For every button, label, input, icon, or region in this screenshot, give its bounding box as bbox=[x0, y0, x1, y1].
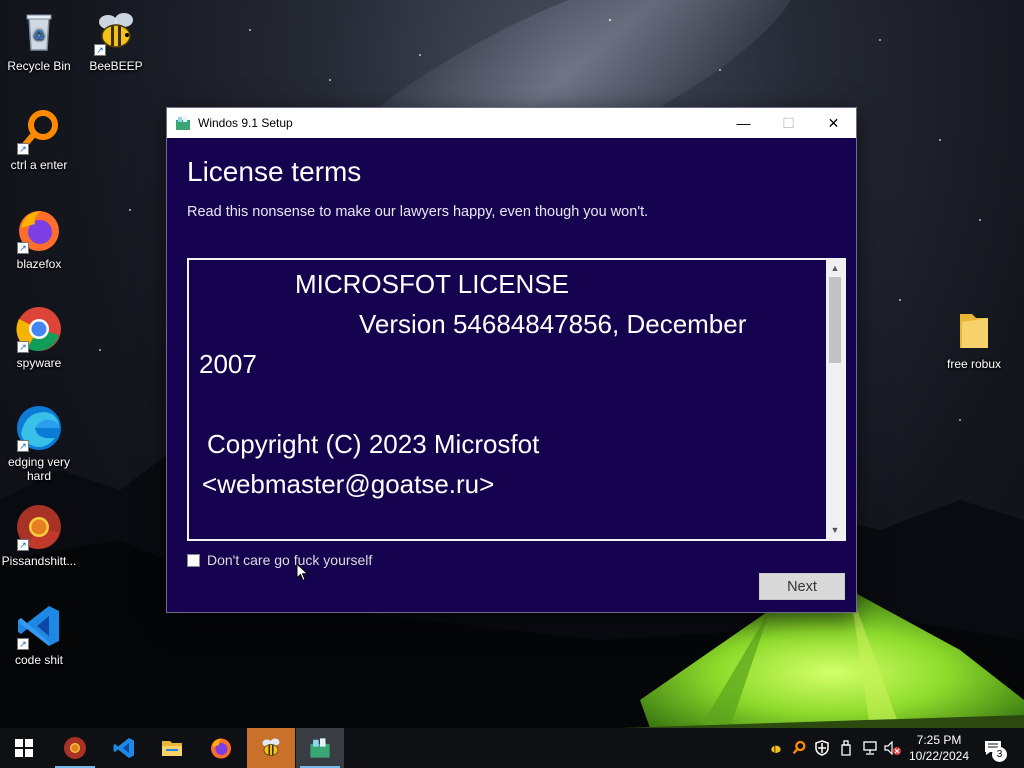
file-explorer-icon bbox=[162, 741, 182, 756]
desktop-icon-recycle-bin[interactable]: ♻ Recycle Bin bbox=[0, 8, 78, 73]
shortcut-arrow-icon: ↗ bbox=[17, 539, 29, 551]
setup-icon bbox=[176, 116, 190, 130]
vertical-scrollbar[interactable]: ▲ ▼ bbox=[826, 260, 844, 539]
taskbar: 7:25 PM 10/22/2024 3 bbox=[0, 728, 1024, 768]
notification-count-badge: 3 bbox=[992, 747, 1007, 762]
taskbar-item-file-explorer[interactable] bbox=[148, 728, 196, 768]
license-line: MICROSFOT LICENSE bbox=[295, 269, 570, 299]
desktop-icon-label: ctrl a enter bbox=[10, 158, 68, 172]
shortcut-arrow-icon: ↗ bbox=[17, 638, 29, 650]
license-line: Copyright (C) 2023 Microsfot bbox=[207, 429, 540, 459]
desktop-icon-label: spyware bbox=[16, 356, 62, 370]
agree-checkbox-row[interactable]: Don't care go fuck yourself bbox=[187, 552, 372, 568]
desktop-icon-edging-very-hard[interactable]: ↗ edging very hard bbox=[0, 404, 78, 483]
desktop-icon-ctrl-a-enter[interactable]: ↗ ctrl a enter bbox=[0, 107, 78, 172]
minimize-button[interactable]: — bbox=[721, 108, 766, 138]
desktop-icon-beebeep[interactable]: ↗ BeeBEEP bbox=[77, 8, 155, 73]
vscode-icon bbox=[113, 738, 134, 758]
close-button[interactable]: ✕ bbox=[811, 108, 856, 138]
scroll-up-arrow-icon[interactable]: ▲ bbox=[826, 260, 844, 277]
folder-icon bbox=[960, 314, 988, 348]
license-text: MICROSFOT LICENSE Version 54684847856, D… bbox=[189, 260, 826, 539]
desktop-icon-pissandshitt[interactable]: ↗ Pissandshitt... bbox=[0, 503, 78, 568]
desktop-icon-label: blazefox bbox=[16, 257, 62, 271]
desktop-icon-free-robux[interactable]: free robux bbox=[935, 306, 1013, 371]
desktop-icon-code-shit[interactable]: ↗ code shit bbox=[0, 602, 78, 667]
shortcut-arrow-icon: ↗ bbox=[17, 440, 29, 452]
setup-icon bbox=[310, 738, 330, 758]
next-button[interactable]: Next bbox=[759, 573, 845, 600]
taskbar-clock[interactable]: 7:25 PM 10/22/2024 bbox=[906, 732, 972, 764]
desktop-icon-label: Recycle Bin bbox=[7, 59, 71, 73]
page-subtitle: Read this nonsense to make our lawyers h… bbox=[187, 204, 649, 220]
taskbar-item-setup[interactable] bbox=[296, 728, 344, 768]
tray-network[interactable] bbox=[860, 728, 880, 768]
tray-usb[interactable] bbox=[836, 728, 856, 768]
window-titlebar[interactable]: Windos 9.1 Setup — ☐ ✕ bbox=[167, 108, 856, 138]
license-line: Version 54684847856, December bbox=[359, 309, 747, 339]
desktop-icon-spyware[interactable]: ↗ spyware bbox=[0, 305, 78, 370]
license-spacer bbox=[199, 384, 816, 424]
tray-security[interactable] bbox=[812, 728, 832, 768]
svg-text:♻: ♻ bbox=[33, 27, 46, 43]
scroll-thumb[interactable] bbox=[829, 277, 841, 363]
tray-volume[interactable] bbox=[883, 728, 903, 768]
usb-drive-icon bbox=[841, 740, 851, 756]
license-line: <webmaster@goatse.ru> bbox=[202, 469, 495, 499]
clock-time: 7:25 PM bbox=[916, 733, 962, 747]
shortcut-arrow-icon: ↗ bbox=[17, 341, 29, 353]
license-line: 2007 bbox=[199, 349, 257, 379]
desktop-icon-label: free robux bbox=[946, 357, 1002, 371]
mouse-cursor-icon bbox=[296, 563, 309, 582]
bee-icon bbox=[771, 745, 781, 753]
volume-muted-icon bbox=[884, 741, 901, 755]
desktop-icon-blazefox[interactable]: ↗ blazefox bbox=[0, 206, 78, 271]
bee-icon bbox=[262, 738, 280, 756]
page-title: License terms bbox=[187, 156, 362, 187]
agree-checkbox-label[interactable]: Don't care go fuck yourself bbox=[207, 552, 372, 568]
taskbar-item-beebeep[interactable] bbox=[247, 728, 295, 768]
shortcut-arrow-icon: ↗ bbox=[94, 44, 106, 56]
start-icon bbox=[15, 739, 33, 757]
window-title: Windos 9.1 Setup bbox=[198, 116, 293, 130]
taskbar-item-chromium[interactable] bbox=[51, 728, 99, 768]
chromium-icon bbox=[64, 737, 86, 759]
clock-date: 10/22/2024 bbox=[908, 749, 970, 763]
start-button[interactable] bbox=[0, 728, 48, 768]
shortcut-arrow-icon: ↗ bbox=[17, 242, 29, 254]
license-text-box[interactable]: MICROSFOT LICENSE Version 54684847856, D… bbox=[187, 258, 846, 541]
tray-search[interactable] bbox=[789, 728, 809, 768]
shortcut-arrow-icon: ↗ bbox=[17, 143, 29, 155]
agree-checkbox[interactable] bbox=[187, 553, 200, 567]
taskbar-item-firefox[interactable] bbox=[197, 728, 245, 768]
scroll-down-arrow-icon[interactable]: ▼ bbox=[826, 522, 844, 539]
setup-window: Windos 9.1 Setup — ☐ ✕ License terms Rea… bbox=[166, 107, 857, 613]
tray-beebeep[interactable] bbox=[766, 728, 786, 768]
firefox-icon bbox=[211, 738, 231, 759]
desktop-icon-label: BeeBEEP bbox=[89, 59, 143, 73]
desktop-icon-label: Pissandshitt... bbox=[1, 554, 77, 568]
shield-icon bbox=[815, 740, 829, 756]
taskbar-item-vscode[interactable] bbox=[100, 728, 148, 768]
magnifier-icon bbox=[792, 740, 806, 755]
desktop-icon-label: edging very hard bbox=[7, 455, 71, 483]
maximize-button[interactable]: ☐ bbox=[766, 108, 811, 138]
network-icon bbox=[863, 741, 877, 755]
desktop-icon-label: code shit bbox=[14, 653, 64, 667]
recycle-bin-icon: ♻ bbox=[26, 14, 52, 51]
